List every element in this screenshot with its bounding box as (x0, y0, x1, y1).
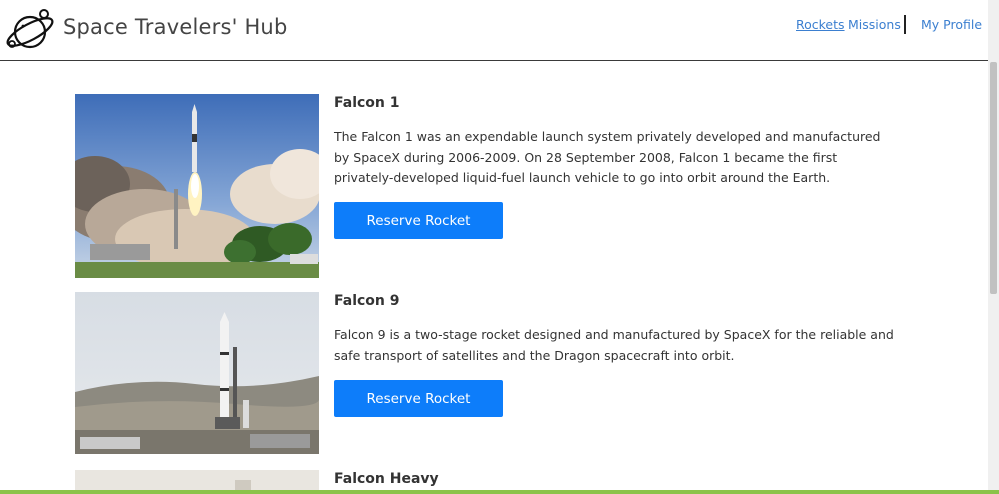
nav-link-my-profile[interactable]: My Profile (921, 17, 982, 32)
scrollbar-thumb[interactable] (990, 62, 997, 294)
top-navbar: Space Travelers' Hub Rockets Missions My… (0, 0, 988, 61)
page-scrollbar[interactable] (988, 0, 999, 494)
nav-link-missions[interactable]: Missions (848, 17, 901, 32)
reserve-rocket-button[interactable]: Reserve Rocket (334, 202, 503, 239)
planet-logo-icon (6, 9, 54, 49)
rocket-description: The Falcon 1 was an expendable launch sy… (334, 129, 881, 185)
window-bottom-edge (0, 490, 999, 494)
reserve-rocket-button[interactable]: Reserve Rocket (334, 380, 503, 417)
rocket-name: Falcon 1 (334, 95, 400, 111)
rocket-name: Falcon 9 (334, 293, 400, 309)
rocket-name: Falcon Heavy (334, 471, 439, 487)
rocket-image (75, 94, 319, 278)
rocket-card: Falcon 9 Falcon 9 is a two-stage rocket … (75, 292, 895, 454)
nav-divider (904, 15, 906, 34)
site-title: Space Travelers' Hub (63, 15, 288, 39)
rocket-card: Falcon 1 The Falcon 1 was an expendable … (75, 94, 895, 278)
nav-link-rockets[interactable]: Rockets (796, 17, 845, 32)
rocket-description: Falcon 9 is a two-stage rocket designed … (334, 327, 894, 363)
rocket-image (75, 292, 319, 454)
app-viewport: Space Travelers' Hub Rockets Missions My… (0, 0, 999, 494)
